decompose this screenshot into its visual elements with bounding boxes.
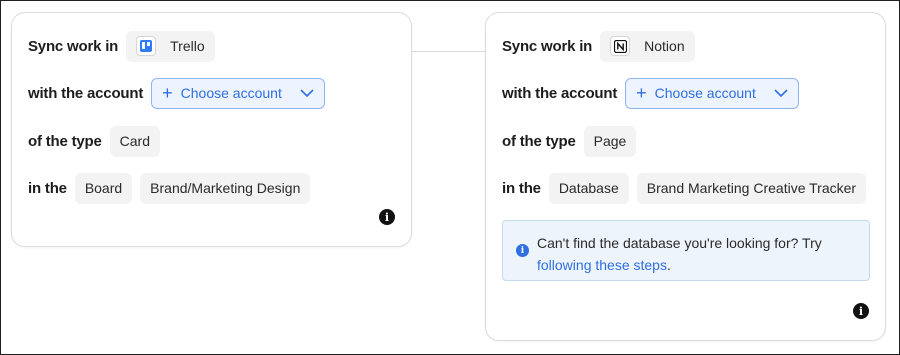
sync-row: Sync work in Notion [502,30,695,62]
sync-label: Sync work in [502,37,593,55]
notice-text: Can't find the database you're looking f… [537,235,822,251]
choose-account-label: Choose account [180,85,282,101]
container-row: in the Board Brand/Marketing Design [28,172,311,204]
type-chip[interactable]: Card [109,125,160,157]
in-label: in the [28,179,67,197]
chevron-down-icon [774,89,788,97]
following-steps-link[interactable]: following these steps [537,257,667,273]
sync-row: Sync work in Trello [28,30,215,62]
account-label: with the account [28,84,144,102]
info-circle-icon: i [516,244,529,257]
account-label: with the account [502,84,618,102]
container-name-chip[interactable]: Brand Marketing Creative Tracker [636,172,867,204]
choose-account-label: Choose account [654,85,756,101]
info-icon[interactable]: i [853,303,869,319]
trello-icon [136,36,157,56]
sync-card-trello: Sync work in Trello with the account + C… [11,12,412,247]
info-icon[interactable]: i [379,209,395,225]
app-name: Notion [644,38,685,54]
notice-end: . [666,257,671,273]
account-row: with the account + Choose account [502,77,799,109]
choose-account-dropdown[interactable]: + Choose account [625,77,799,109]
container-row: in the Database Brand Marketing Creative… [502,172,867,204]
plus-icon: + [636,83,647,103]
sync-label: Sync work in [28,37,119,55]
in-label: in the [502,179,541,197]
type-label: of the type [502,132,576,150]
type-row: of the type Card [28,125,160,157]
app-name: Trello [170,38,205,54]
container-type-chip[interactable]: Board [74,172,133,204]
container-type-chip[interactable]: Database [548,172,629,204]
connector-line [411,51,486,52]
container-name-chip[interactable]: Brand/Marketing Design [140,172,311,204]
app-chip-trello[interactable]: Trello [126,30,215,62]
app-chip-notion[interactable]: Notion [600,30,695,62]
chevron-down-icon [300,89,314,97]
type-row: of the type Page [502,125,637,157]
account-row: with the account + Choose account [28,77,325,109]
type-label: of the type [28,132,102,150]
plus-icon: + [162,83,173,103]
notion-icon [610,36,631,56]
sync-card-notion: Sync work in Notion with the account + C… [485,12,886,341]
type-chip[interactable]: Page [583,125,637,157]
database-help-notice: i Can't find the database you're looking… [502,220,870,281]
choose-account-dropdown[interactable]: + Choose account [151,77,325,109]
